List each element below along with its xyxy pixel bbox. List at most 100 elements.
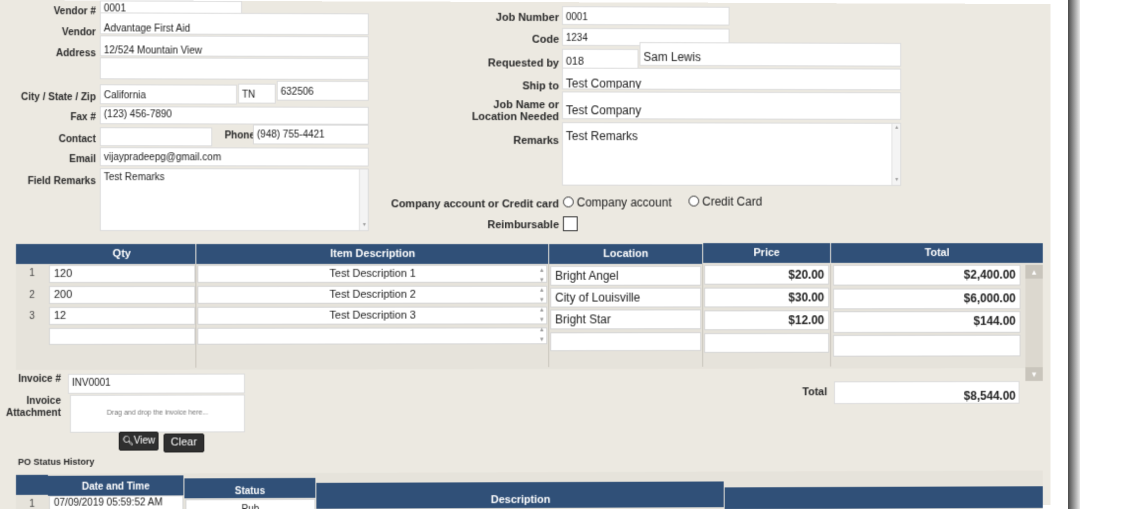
- total-cell: $6,000.00: [833, 288, 1021, 309]
- code-label: Code: [532, 34, 559, 46]
- scroll-up-icon: ▴: [892, 124, 901, 133]
- invoice-attachment-label: Invoice Attachment: [6, 396, 61, 420]
- row-number: 1: [18, 268, 46, 279]
- remarks-label: Remarks: [513, 135, 559, 147]
- fax-field[interactable]: (123) 456-7890: [100, 106, 369, 125]
- items-header-total: Total: [831, 243, 1043, 263]
- items-scrollbar[interactable]: ▴ ▾: [1025, 265, 1042, 381]
- job-name-label-line2: Location Needed: [472, 111, 559, 123]
- address-line2-field[interactable]: [100, 57, 369, 80]
- requested-by-label: Requested by: [488, 57, 559, 69]
- status-datetime-cell: 07/09/2019 05:59:52 AM: [49, 495, 183, 509]
- state-field[interactable]: TN: [238, 84, 276, 104]
- qty-cell[interactable]: 12: [49, 307, 195, 325]
- company-account-option-label[interactable]: Company account: [577, 196, 672, 210]
- price-cell[interactable]: $30.00: [704, 288, 829, 308]
- job-name-field[interactable]: Test Company: [562, 91, 901, 119]
- email-label: Email: [69, 154, 96, 165]
- status-row-number: 1: [18, 499, 46, 509]
- invoice-attachment-label-line2: Attachment: [6, 408, 61, 420]
- contact-field[interactable]: [100, 127, 212, 146]
- description-cell[interactable]: Test Description 2: [197, 286, 547, 304]
- price-cell[interactable]: [704, 333, 829, 353]
- view-button[interactable]: 🔍︎View: [119, 432, 159, 451]
- status-history-title: PO Status History: [18, 457, 94, 467]
- job-number-field[interactable]: 0001: [562, 6, 730, 25]
- scroll-down-icon: ▾: [892, 176, 901, 185]
- vendor-number-label: Vendor #: [54, 6, 96, 17]
- location-cell[interactable]: [550, 332, 701, 351]
- vendor-field[interactable]: Advantage First Aid: [100, 12, 369, 35]
- field-remarks-label: Field Remarks: [28, 176, 96, 187]
- credit-card-option-label[interactable]: Credit Card: [702, 195, 762, 209]
- city-field[interactable]: California: [100, 84, 237, 104]
- grand-total-field: $8,544.00: [834, 381, 1020, 404]
- ship-to-label: Ship to: [522, 80, 559, 92]
- magnifier-icon: 🔍︎: [122, 433, 133, 450]
- job-name-label: Job Name or Location Needed: [472, 99, 559, 123]
- status-header-extra: [725, 486, 1043, 509]
- contact-label: Contact: [59, 134, 96, 145]
- clear-button[interactable]: Clear: [164, 433, 205, 452]
- payment-type-label: Company account or Credit card: [391, 198, 559, 210]
- fax-label: Fax #: [70, 112, 96, 123]
- view-button-label: View: [134, 436, 155, 447]
- phone-label: Phone: [225, 130, 255, 141]
- location-cell[interactable]: Bright Star: [550, 309, 701, 329]
- address-label: Address: [56, 48, 96, 59]
- items-header-rownum: [16, 244, 48, 264]
- total-cell: [833, 335, 1021, 357]
- description-cell[interactable]: Test Description 3: [197, 307, 547, 325]
- reimbursable-checkbox[interactable]: [563, 216, 578, 231]
- qty-cell[interactable]: 120: [49, 265, 195, 283]
- credit-card-radio[interactable]: [688, 196, 699, 207]
- col-divider: [548, 264, 549, 367]
- description-cell[interactable]: Test Description 1: [197, 265, 547, 283]
- phone-field[interactable]: (948) 755-4421: [253, 125, 369, 145]
- field-remarks-scrollbar[interactable]: ▾: [359, 169, 368, 230]
- grand-total-label: Total: [802, 386, 827, 398]
- location-cell[interactable]: City of Louisville: [550, 288, 701, 308]
- zip-field[interactable]: 632506: [277, 81, 369, 101]
- status-header-status: Status: [184, 478, 315, 498]
- description-cell[interactable]: [197, 327, 547, 344]
- reimbursable-label: Reimbursable: [487, 219, 559, 231]
- ship-to-field[interactable]: Test Company: [562, 68, 901, 91]
- qty-cell[interactable]: 200: [49, 286, 195, 304]
- sheet-edge-shadow: [1068, 0, 1080, 509]
- row-number: 2: [18, 290, 46, 301]
- field-remarks-textarea[interactable]: Test Remarks ▾: [100, 168, 369, 231]
- city-state-zip-label: City / State / Zip: [21, 92, 96, 103]
- field-remarks-text: Test Remarks: [104, 172, 165, 183]
- location-cell[interactable]: Bright Angel: [550, 266, 701, 286]
- invoice-dropzone[interactable]: Drag and drop the invoice here...: [70, 394, 245, 432]
- job-name-label-line1: Job Name or: [472, 99, 559, 111]
- col-divider: [702, 264, 703, 367]
- invoice-number-label: Invoice #: [18, 374, 61, 385]
- scroll-down-icon: ▾: [360, 221, 369, 230]
- company-account-radio[interactable]: [563, 197, 574, 208]
- po-form-sheet: Vendor # 0001 Vendor Advantage First Aid…: [0, 0, 1051, 509]
- scroll-up-icon[interactable]: ▴: [1025, 265, 1042, 279]
- status-cell: Pub: [185, 499, 315, 509]
- col-divider: [195, 264, 196, 368]
- email-field[interactable]: vijaypradeepg@gmail.com: [100, 147, 369, 166]
- requested-by-name-field[interactable]: Sam Lewis: [639, 42, 901, 67]
- scroll-down-icon[interactable]: ▾: [1025, 367, 1042, 381]
- status-header-description: Description: [316, 481, 723, 508]
- row-number: 3: [18, 311, 46, 322]
- description-spinner[interactable]: ▴ ▾ ▴ ▾ ▴ ▾ ▴ ▾: [537, 266, 546, 345]
- price-cell[interactable]: $20.00: [704, 265, 829, 285]
- invoice-number-field[interactable]: INV0001: [68, 374, 245, 394]
- col-divider: [830, 264, 831, 367]
- price-cell[interactable]: $12.00: [704, 310, 829, 330]
- total-cell: $144.00: [833, 311, 1021, 333]
- items-header-location: Location: [549, 244, 702, 264]
- job-number-label: Job Number: [496, 12, 559, 24]
- address-field[interactable]: 12/524 Mountain View: [100, 35, 369, 57]
- remarks-textarea[interactable]: Test Remarks ▴ ▾: [562, 122, 901, 186]
- status-header-rownum: [16, 475, 48, 495]
- qty-cell[interactable]: [49, 328, 195, 345]
- remarks-scrollbar[interactable]: ▴ ▾: [891, 124, 900, 185]
- remarks-text: Test Remarks: [566, 129, 638, 143]
